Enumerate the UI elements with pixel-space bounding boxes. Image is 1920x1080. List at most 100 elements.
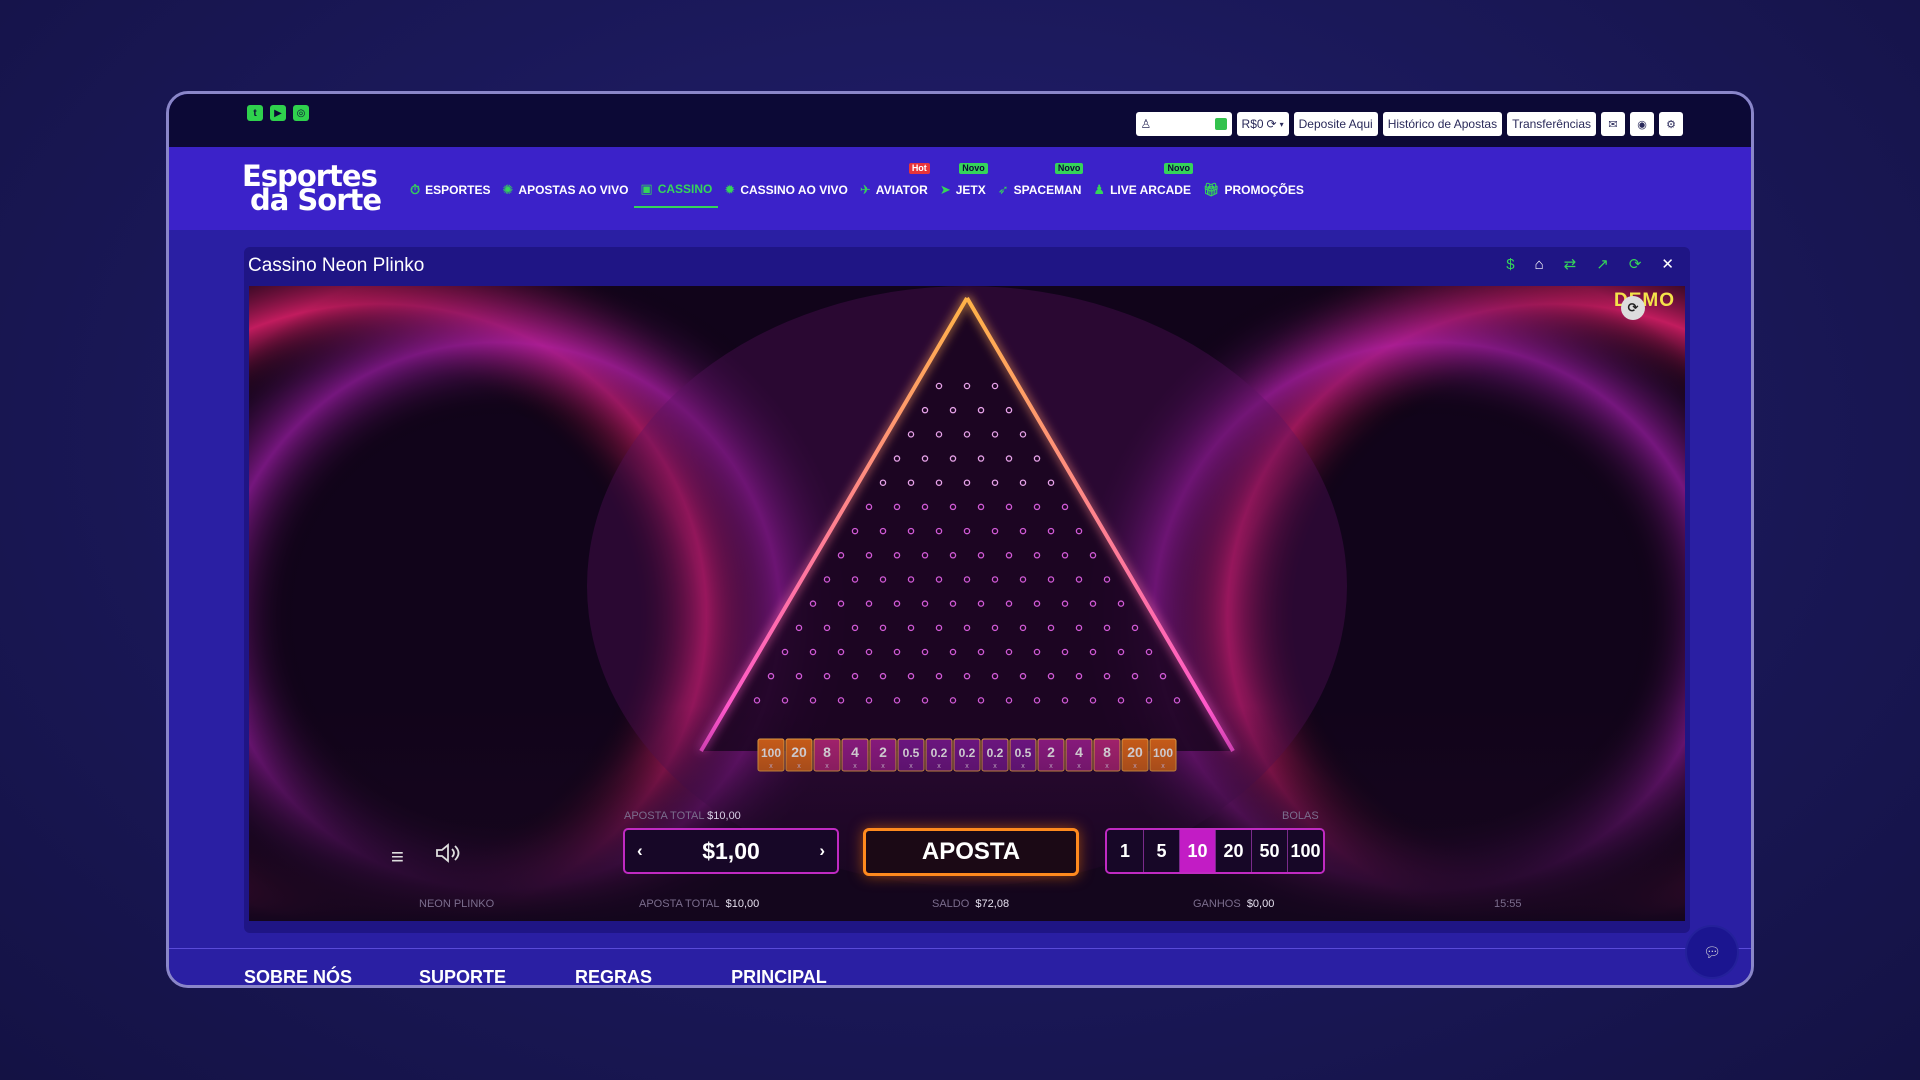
aposta-total-value: $10,00: [707, 810, 741, 822]
gift-icon: 🎁︎: [1202, 182, 1220, 197]
nav-esportes[interactable]: ⏱ ESPORTES: [404, 172, 497, 208]
ganhos-value: $0,00: [1246, 898, 1275, 910]
nav-label: APOSTAS AO VIVO: [518, 183, 629, 197]
hot-badge: Hot: [908, 163, 930, 174]
nav-spaceman[interactable]: ➶ SPACEMAN Novo: [992, 163, 1088, 208]
game-toolbar: $ ⌂ ⇄ ↗ ⟳ ✕: [1506, 255, 1674, 274]
game-name: NEON PLINKO: [419, 898, 495, 910]
ganhos-label: GANHOS: [1193, 898, 1241, 910]
footer-nav: SOBRE NÓS SUPORTE REGRAS PRINCIPAL: [244, 967, 827, 985]
aposta-button[interactable]: APOSTA: [863, 828, 1079, 876]
top-bar: t ▶ ◎ ♙ R$0 ⟳ ▾ Deposite Aqui Histórico …: [169, 94, 1751, 147]
refresh-icon[interactable]: ⟳: [1629, 255, 1642, 273]
instagram-icon[interactable]: ◎: [293, 105, 309, 121]
saldo-value: $72,08: [975, 898, 1010, 910]
nav-jetx[interactable]: ➤ JETX Novo: [934, 163, 992, 208]
joystick-icon: ♟: [1093, 182, 1106, 197]
ball-count-selector: 1 5 10 20 50 100: [1105, 828, 1325, 874]
nav-label: CASSINO: [657, 182, 713, 196]
refresh-icon[interactable]: ⟳: [1267, 117, 1277, 131]
aposta-total-header: APOSTA TOTAL $10,00: [624, 810, 741, 822]
ball-count-option[interactable]: 1: [1107, 830, 1143, 872]
footer-aposta-label: APOSTA TOTAL: [639, 898, 720, 910]
footer-link-principal[interactable]: PRINCIPAL: [731, 967, 827, 985]
social-links: t ▶ ◎: [247, 105, 309, 121]
new-badge: Novo: [1054, 163, 1084, 174]
balance-value: R$0: [1241, 117, 1264, 131]
mail-icon[interactable]: ✉: [1601, 112, 1625, 136]
ball-count-option[interactable]: 100: [1287, 830, 1323, 872]
main-nav-bar: Esportes da Sorte ⏱ ESPORTES ✺ APOSTAS A…: [169, 147, 1751, 230]
brand-logo[interactable]: Esportes da Sorte: [242, 162, 382, 217]
user-field[interactable]: ♙: [1135, 112, 1232, 136]
saldo: SALDO $72,08: [932, 898, 1009, 910]
logo-line-2: da Sorte: [250, 183, 382, 217]
aposta-total-label: APOSTA TOTAL: [624, 810, 705, 822]
game-header: Cassino Neon Plinko $ ⌂ ⇄ ↗ ⟳ ✕: [244, 247, 1690, 283]
nav-promocoes[interactable]: 🎁︎ PROMOÇÕES: [1197, 172, 1310, 208]
stopwatch-icon: ⏱: [410, 182, 421, 197]
nav-cassino[interactable]: ▣ CASSINO: [634, 172, 719, 208]
user-icon: ♙: [1140, 117, 1152, 131]
jet-icon: ➤: [939, 182, 951, 197]
youtube-icon[interactable]: ▶: [270, 105, 286, 121]
footer-link-sobre[interactable]: SOBRE NÓS: [244, 967, 352, 985]
saldo-label: SALDO: [932, 898, 970, 910]
footer-aposta-total: APOSTA TOTAL $10,00: [639, 898, 759, 910]
ball-count-option[interactable]: 50: [1251, 830, 1287, 872]
increase-bet-icon[interactable]: ›: [819, 841, 825, 861]
gear-icon: ✹: [724, 182, 736, 197]
nav-label: JETX: [955, 183, 986, 197]
bet-amount-value: $1,00: [702, 837, 760, 864]
game-canvas[interactable]: 100x20x8x4x2x0.5x0.2x0.2x0.2x0.5x2x4x8x2…: [249, 286, 1685, 921]
game-controls: APOSTA TOTAL $10,00 BOLAS ≡ ‹ $1,00 › AP…: [249, 796, 1685, 921]
nav-label: PROMOÇÕES: [1224, 183, 1304, 197]
twitter-icon[interactable]: t: [247, 105, 263, 121]
nav-aviator[interactable]: ✈ AVIATOR Hot: [854, 163, 934, 208]
new-badge: Novo: [959, 163, 988, 174]
nav-label: ESPORTES: [425, 183, 491, 197]
bank-icon[interactable]: ⌂: [1535, 256, 1544, 273]
clock: 15:55: [1494, 898, 1522, 910]
chat-support-icon[interactable]: 💬︎: [1687, 927, 1737, 977]
profile-icon[interactable]: ◉: [1630, 112, 1654, 136]
footer-link-suporte[interactable]: SUPORTE: [419, 967, 506, 985]
bet-amount-stepper: ‹ $1,00 ›: [623, 828, 839, 874]
plane-icon: ✈: [859, 182, 871, 197]
swap-icon[interactable]: ⇄: [1564, 255, 1577, 273]
nav-cassino-ao-vivo[interactable]: ✹ CASSINO AO VIVO: [718, 172, 853, 208]
new-badge: Novo: [1164, 163, 1193, 174]
close-icon[interactable]: ✕: [1661, 255, 1674, 273]
game-panel: Cassino Neon Plinko $ ⌂ ⇄ ↗ ⟳ ✕ DEMO ⟳ A…: [244, 247, 1690, 933]
ball-count-option[interactable]: 5: [1143, 830, 1179, 872]
account-controls: ♙ R$0 ⟳ ▾ Deposite Aqui Histórico de Apo…: [1135, 112, 1683, 136]
footer-link-regras[interactable]: REGRAS: [575, 967, 652, 985]
site-footer: SOBRE NÓS SUPORTE REGRAS PRINCIPAL 💬︎: [169, 927, 1751, 985]
bet-history-button[interactable]: Histórico de Apostas: [1382, 112, 1503, 136]
transfers-button[interactable]: Transferências: [1507, 112, 1596, 136]
rocket-icon: ➶: [997, 182, 1009, 197]
slot-icon: ▣: [640, 181, 653, 196]
nav-label: LIVE ARCADE: [1110, 183, 1191, 197]
game-title: Cassino Neon Plinko: [248, 255, 425, 276]
nav-label: CASSINO AO VIVO: [740, 183, 848, 197]
dollar-icon[interactable]: $: [1506, 256, 1514, 273]
deposit-button[interactable]: Deposite Aqui: [1293, 112, 1378, 136]
check-icon: [1214, 118, 1227, 130]
balance-select[interactable]: R$0 ⟳ ▾: [1236, 112, 1289, 136]
sound-icon[interactable]: [435, 843, 463, 863]
caret-down-icon: ▾: [1279, 119, 1284, 129]
ball-count-option[interactable]: 20: [1215, 830, 1251, 872]
settings-icon[interactable]: ⚙: [1659, 112, 1683, 136]
menu-icon[interactable]: ≡: [391, 844, 404, 870]
bolas-label: BOLAS: [1282, 810, 1319, 822]
demo-refresh-icon[interactable]: ⟳: [1621, 296, 1645, 320]
nav-apostas-ao-vivo[interactable]: ✺ APOSTAS AO VIVO: [497, 172, 635, 208]
decrease-bet-icon[interactable]: ‹: [637, 841, 643, 861]
ball-count-option[interactable]: 10: [1179, 830, 1215, 872]
browser-window: t ▶ ◎ ♙ R$0 ⟳ ▾ Deposite Aqui Histórico …: [166, 91, 1754, 988]
live-icon: ✺: [502, 182, 514, 197]
ganhos: GANHOS $0,00: [1193, 898, 1274, 910]
nav-live-arcade[interactable]: ♟ LIVE ARCADE Novo: [1087, 163, 1197, 208]
external-link-icon[interactable]: ↗: [1596, 255, 1609, 273]
